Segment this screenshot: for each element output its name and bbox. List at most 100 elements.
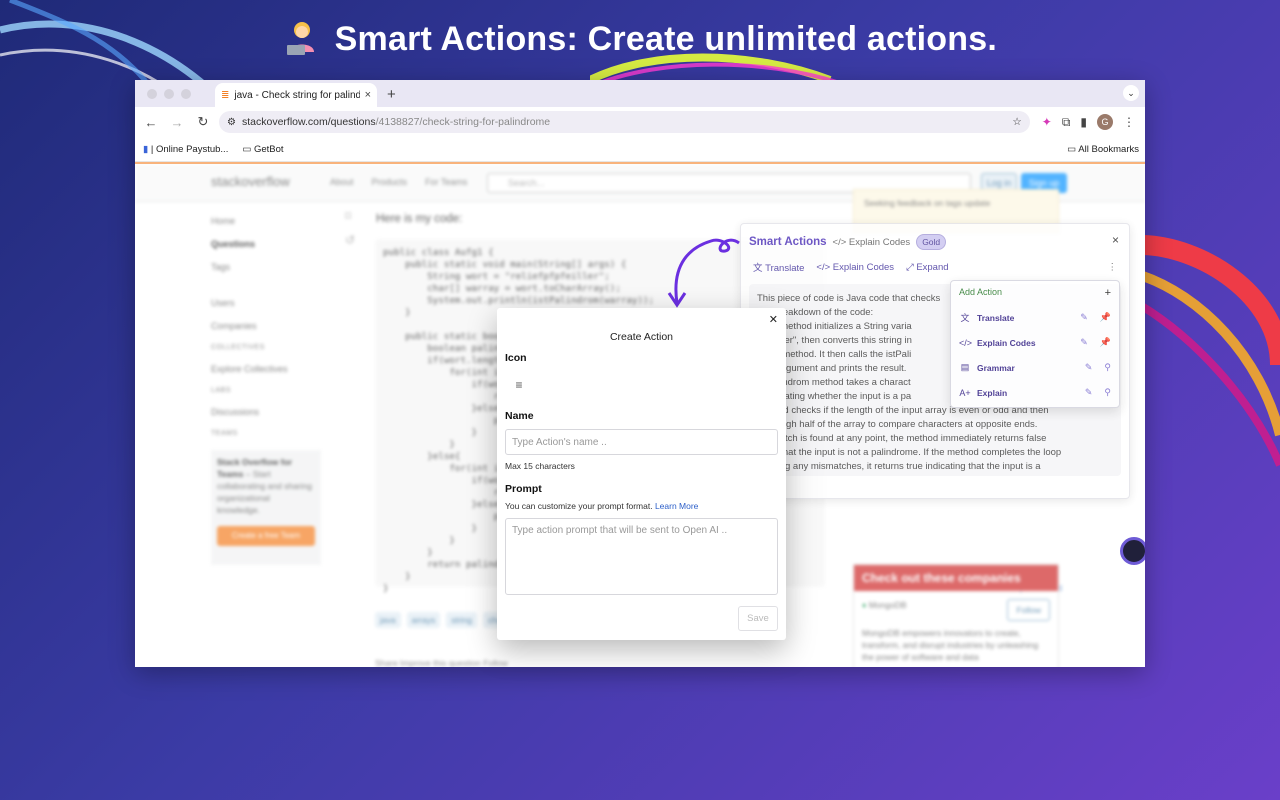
pointer-arrow-icon	[667, 238, 740, 308]
action-item[interactable]: </> Explain Codes ✎ 📌	[951, 330, 1119, 355]
reload-icon[interactable]: ↻	[193, 114, 213, 130]
side-panel-icon[interactable]: ▮	[1080, 115, 1087, 129]
profile-avatar[interactable]: G	[1097, 114, 1113, 130]
tab-strip: ≣ java - Check string for palind × + ⌄	[135, 80, 1145, 107]
learn-more-link[interactable]: Learn More	[655, 501, 698, 511]
history-icon[interactable]: ↺	[345, 228, 355, 252]
action-item-label: Translate	[977, 312, 1015, 323]
follow-button[interactable]: Follow	[1007, 599, 1050, 621]
edit-icon[interactable]: ✎	[1080, 337, 1088, 348]
close-tab-icon[interactable]: ×	[365, 89, 371, 101]
grammar-icon: ▤	[960, 362, 970, 372]
action-prompt-input[interactable]	[505, 518, 778, 595]
so-nav-tags[interactable]: Tags	[211, 262, 321, 272]
tab-search-chevron-icon[interactable]: ⌄	[1123, 85, 1139, 101]
create-action-modal: ✕ Create Action Icon ≡ Name Max 15 chara…	[497, 308, 786, 640]
person-laptop-icon	[287, 22, 314, 55]
align-center-icon[interactable]: ≡	[509, 376, 529, 394]
browser-tab[interactable]: ≣ java - Check string for palind ×	[215, 83, 377, 107]
company-description: MongoDB empowers innovators to create, t…	[862, 628, 1039, 662]
icon-label: Icon	[505, 352, 527, 364]
action-list: 文 Translate ✎ 📌 </> Explain Codes ✎ 📌 ▤ Grammar ✎ ⚲…	[951, 305, 1119, 407]
edit-icon[interactable]: ✎	[1085, 362, 1093, 373]
so-left-sidebar: Home Questions Tags Users Companies COLL…	[211, 216, 321, 578]
edit-icon[interactable]: ✎	[1085, 387, 1093, 398]
code-icon: </>	[959, 337, 973, 348]
address-bar[interactable]: ⚙ stackoverflow.com/questions/4138827/ch…	[219, 111, 1030, 133]
gold-badge: Gold	[916, 234, 947, 250]
bookmark-star-icon[interactable]: ☆	[1012, 116, 1021, 128]
save-button[interactable]: Save	[738, 606, 778, 631]
company-name[interactable]: MongoDB	[869, 600, 907, 610]
window-controls[interactable]	[135, 89, 201, 107]
bookmark-getbot[interactable]: ▭ GetBot	[242, 144, 283, 155]
so-nav-about[interactable]: About	[330, 177, 354, 187]
pin-icon[interactable]: 📌	[1100, 337, 1111, 348]
so-share-links[interactable]: Share Improve this question Follow	[375, 658, 508, 667]
tool-translate[interactable]: 文 Translate	[753, 260, 804, 274]
forward-icon[interactable]: →	[167, 115, 187, 130]
so-logo[interactable]: stackoverflow	[211, 174, 290, 189]
so-featured-item[interactable]: Seeking feedback on tags update	[864, 198, 990, 208]
prompt-label: Prompt	[505, 483, 542, 495]
expand-icon: ⤢	[906, 261, 914, 273]
so-nav-questions[interactable]: Questions	[211, 239, 321, 249]
result-line: s through half of the array to compare c…	[757, 419, 1038, 430]
pin-icon[interactable]: 📌	[1100, 312, 1111, 323]
browser-menu-icon[interactable]: ⋮	[1123, 115, 1135, 129]
add-action-plus-icon[interactable]: +	[1105, 287, 1111, 299]
so-nav-home[interactable]: Home	[211, 216, 321, 226]
extension-smart-actions-icon[interactable]: ✦	[1042, 115, 1052, 129]
so-explore-collectives[interactable]: Explore Collectives	[211, 364, 321, 374]
action-item[interactable]: ▤ Grammar ✎ ⚲	[951, 355, 1119, 380]
bookmark-paystub[interactable]: ▮ | Online Paystub...	[143, 144, 228, 155]
action-name-input[interactable]	[505, 429, 778, 455]
so-create-team-button[interactable]: Create a free Team	[217, 526, 315, 546]
translate-icon: 文	[960, 313, 970, 323]
add-action-header[interactable]: Add Action +	[951, 281, 1119, 305]
extensions-puzzle-icon[interactable]: ⧉	[1062, 115, 1071, 130]
so-nav: About Products For Teams	[330, 177, 467, 187]
pin-icon[interactable]: ⚲	[1104, 387, 1111, 398]
tag-arrays[interactable]: arrays	[406, 612, 441, 628]
more-options-icon[interactable]: ⋮	[1108, 262, 1118, 273]
action-item[interactable]: A+ Explain ✎ ⚲	[951, 380, 1119, 405]
bookmarks-bar: ▮ | Online Paystub... ▭ GetBot ▭ All Boo…	[135, 137, 1145, 162]
browser-toolbar: ← → ↻ ⚙ stackoverflow.com/questions/4138…	[135, 107, 1145, 137]
pin-icon[interactable]: ⚲	[1104, 362, 1111, 373]
action-item[interactable]: 文 Translate ✎ 📌	[951, 305, 1119, 330]
action-item[interactable]: ✎Rewrite✎⚲	[951, 405, 1119, 407]
mongodb-leaf-icon: ♦	[862, 600, 867, 610]
tag-string[interactable]: string	[446, 612, 478, 628]
smart-actions-current: </> Explain Codes	[832, 236, 911, 248]
back-icon[interactable]: ←	[141, 115, 161, 130]
prompt-hint-text: You can customize your prompt format.	[505, 501, 653, 511]
so-nav-companies[interactable]: Companies	[211, 321, 321, 331]
decorative-swirl-right	[1140, 235, 1280, 467]
so-labs-label: LABS	[211, 387, 231, 394]
result-line: t finding any mismatches, it returns tru…	[757, 461, 1041, 472]
so-discussions[interactable]: Discussions	[211, 407, 321, 417]
smart-actions-header: Smart Actions </> Explain Codes Gold	[741, 224, 1129, 256]
companies-header: Check out these companies	[854, 565, 1058, 591]
smart-actions-floating-button[interactable]	[1120, 537, 1145, 565]
new-tab-icon[interactable]: +	[387, 86, 396, 107]
tool-explain-codes[interactable]: </> Explain Codes	[816, 262, 894, 273]
edit-icon[interactable]: ✎	[1080, 312, 1088, 323]
translate-icon: 文	[753, 263, 763, 274]
all-bookmarks[interactable]: ▭ All Bookmarks	[1067, 144, 1139, 155]
smart-actions-close-icon[interactable]: ×	[1112, 233, 1119, 247]
so-nav-users[interactable]: Users	[211, 298, 321, 308]
add-action-label: Add Action	[959, 287, 1003, 297]
so-nav-teams[interactable]: For Teams	[425, 177, 467, 187]
tag-java[interactable]: java	[375, 612, 401, 628]
bookmark-icon[interactable]: ⌑	[345, 204, 355, 228]
explain-icon: A+	[959, 387, 971, 398]
so-nav-products[interactable]: Products	[372, 177, 408, 187]
tool-expand[interactable]: ⤢ Expand	[906, 262, 948, 273]
site-info-icon[interactable]: ⚙	[227, 117, 236, 128]
companies-body: ♦ MongoDB Follow MongoDB empowers innova…	[854, 591, 1058, 667]
modal-close-icon[interactable]: ✕	[769, 313, 778, 326]
result-line: ating that the input is not a palindrome…	[757, 447, 1062, 458]
stackoverflow-favicon-icon: ≣	[221, 89, 230, 101]
